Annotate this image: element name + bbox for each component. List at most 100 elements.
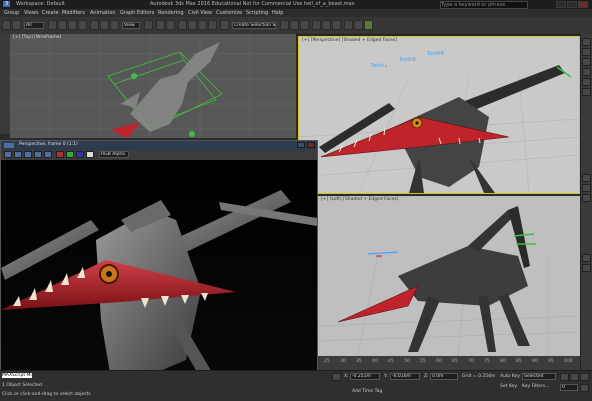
select-and-manipulate-icon[interactable] — [156, 20, 165, 30]
viewport-label[interactable]: [+] [Top] [Wireframe] — [13, 35, 61, 40]
time-slider-trackbar[interactable]: 25 30 35 40 45 50 55 60 65 70 75 80 85 9… — [318, 356, 580, 370]
menu-graph-editors[interactable]: Graph Editors — [120, 10, 154, 16]
menu-modifiers[interactable]: Modifiers — [62, 10, 85, 16]
utilities-tab-icon[interactable] — [582, 88, 591, 96]
copy-image-icon[interactable] — [14, 151, 22, 158]
render-window-titlebar[interactable]: Perspective, frame 0 (1:1) — [1, 141, 317, 150]
auto-key-mode-dropdown[interactable]: Selected — [522, 373, 556, 380]
named-selection-input[interactable]: Create Selection Se — [232, 22, 276, 29]
rendered-frame-window-icon[interactable] — [354, 20, 363, 30]
green-channel-icon[interactable] — [66, 151, 74, 158]
menu-views[interactable]: Views — [24, 10, 38, 16]
display-tab-icon[interactable] — [582, 78, 591, 86]
window-crossing-icon[interactable] — [78, 20, 87, 30]
menu-group[interactable]: Group — [4, 10, 19, 16]
panel-button[interactable] — [582, 194, 591, 202]
time-configuration-icon[interactable] — [580, 384, 589, 392]
select-by-name-icon[interactable] — [58, 20, 67, 30]
minimize-button[interactable] — [556, 1, 566, 8]
panel-button[interactable] — [582, 254, 591, 262]
panel-button[interactable] — [582, 184, 591, 192]
frame-tick: 65 — [452, 359, 458, 364]
move-icon[interactable] — [90, 20, 99, 30]
motion-tab-icon[interactable] — [582, 68, 591, 76]
selection-filter-dropdown[interactable]: All — [24, 22, 44, 29]
frame-tick: 45 — [388, 359, 394, 364]
viewport-left[interactable]: [+] [Left] [Shaded + Edged Faces] — [318, 196, 580, 356]
minimize-button[interactable] — [297, 142, 305, 148]
mirror-icon[interactable] — [280, 20, 289, 30]
channel-dropdown[interactable]: RGB Alpha — [99, 151, 129, 158]
blue-channel-icon[interactable] — [76, 151, 84, 158]
clone-window-icon[interactable] — [24, 151, 32, 158]
tooth-label: ToothR — [426, 51, 444, 57]
panel-button[interactable] — [582, 264, 591, 272]
menu-rendering[interactable]: Rendering — [158, 10, 184, 16]
redo-icon[interactable] — [12, 20, 21, 30]
maxscript-listener[interactable]: MAXScript Mi — [2, 373, 32, 378]
auto-key-button[interactable]: Auto Key — [500, 374, 520, 379]
red-channel-icon[interactable] — [56, 151, 64, 158]
play-icon[interactable] — [570, 373, 579, 381]
keyboard-shortcut-icon[interactable] — [166, 20, 175, 30]
workspace-selector[interactable]: Workspace: Default — [16, 1, 65, 7]
layer-explorer-icon[interactable] — [300, 20, 309, 30]
pivot-center-icon[interactable] — [144, 20, 153, 30]
select-object-icon[interactable] — [48, 20, 57, 30]
rectangular-selection-icon[interactable] — [68, 20, 77, 30]
add-time-tag[interactable]: Add Time Tag — [352, 389, 382, 394]
panel-button[interactable] — [582, 174, 591, 182]
viewport-label[interactable]: [+] [Left] [Shaded + Edged Faces] — [321, 197, 398, 202]
rotate-icon[interactable] — [100, 20, 109, 30]
y-label: Y: — [384, 374, 388, 379]
undo-icon[interactable] — [2, 20, 11, 30]
y-coordinate-field[interactable]: -0.016m — [390, 373, 420, 380]
modify-tab-icon[interactable] — [582, 48, 591, 56]
menu-animation[interactable]: Animation — [90, 10, 116, 16]
schematic-view-icon[interactable] — [322, 20, 331, 30]
render-setup-icon[interactable] — [344, 20, 353, 30]
app-logo[interactable]: 3 — [3, 1, 11, 7]
close-button[interactable] — [578, 1, 588, 8]
render-production-icon[interactable] — [364, 20, 373, 30]
curve-editor-icon[interactable] — [312, 20, 321, 30]
lock-selection-icon[interactable] — [332, 373, 341, 381]
menu-scripting[interactable]: Scripting — [246, 10, 268, 16]
spinner-snap-icon[interactable] — [208, 20, 217, 30]
rendered-frame-window[interactable]: Perspective, frame 0 (1:1) RGB Alpha — [0, 140, 318, 380]
go-to-end-icon[interactable] — [580, 373, 589, 381]
go-to-start-icon[interactable] — [560, 373, 569, 381]
tooth-label: ToothB — [398, 57, 416, 63]
frame-tick: 95 — [548, 359, 554, 364]
snaps-toggle-icon[interactable] — [178, 20, 187, 30]
search-input[interactable]: Type a keyword or phrase — [440, 1, 528, 9]
menu-create[interactable]: Create — [42, 10, 59, 16]
angle-snap-icon[interactable] — [188, 20, 197, 30]
save-image-icon[interactable] — [4, 151, 12, 158]
x-coordinate-field[interactable]: -0.251m — [350, 373, 380, 380]
reference-coordinate-dropdown[interactable]: View — [122, 22, 140, 29]
viewport-top[interactable]: [+] [Top] [Wireframe] — [10, 34, 296, 138]
current-frame-field[interactable]: 0 — [560, 384, 578, 391]
z-coordinate-field[interactable]: 0.0m — [430, 373, 458, 380]
edit-named-selection-icon[interactable] — [220, 20, 229, 30]
menu-help[interactable]: Help — [272, 10, 283, 16]
maximize-button[interactable] — [567, 1, 577, 8]
menu-customize[interactable]: Customize — [216, 10, 242, 16]
scale-icon[interactable] — [110, 20, 119, 30]
create-tab-icon[interactable] — [582, 38, 591, 46]
viewport-perspective[interactable]: [+] [Perspective] [Shaded + Edged Faces]… — [298, 36, 580, 194]
close-button[interactable] — [307, 142, 315, 148]
align-icon[interactable] — [290, 20, 299, 30]
alpha-channel-icon[interactable] — [86, 151, 94, 158]
frame-tick: 75 — [484, 359, 490, 364]
material-editor-icon[interactable] — [332, 20, 341, 30]
print-image-icon[interactable] — [34, 151, 42, 158]
percent-snap-icon[interactable] — [198, 20, 207, 30]
key-filters-button[interactable]: Key Filters... — [522, 384, 549, 389]
clear-icon[interactable] — [44, 151, 52, 158]
hierarchy-tab-icon[interactable] — [582, 58, 591, 66]
menu-civil-view[interactable]: Civil View — [188, 10, 212, 16]
set-key-button[interactable]: Set Key — [500, 384, 517, 389]
viewport-label[interactable]: [+] [Perspective] [Shaded + Edged Faces] — [302, 38, 397, 43]
